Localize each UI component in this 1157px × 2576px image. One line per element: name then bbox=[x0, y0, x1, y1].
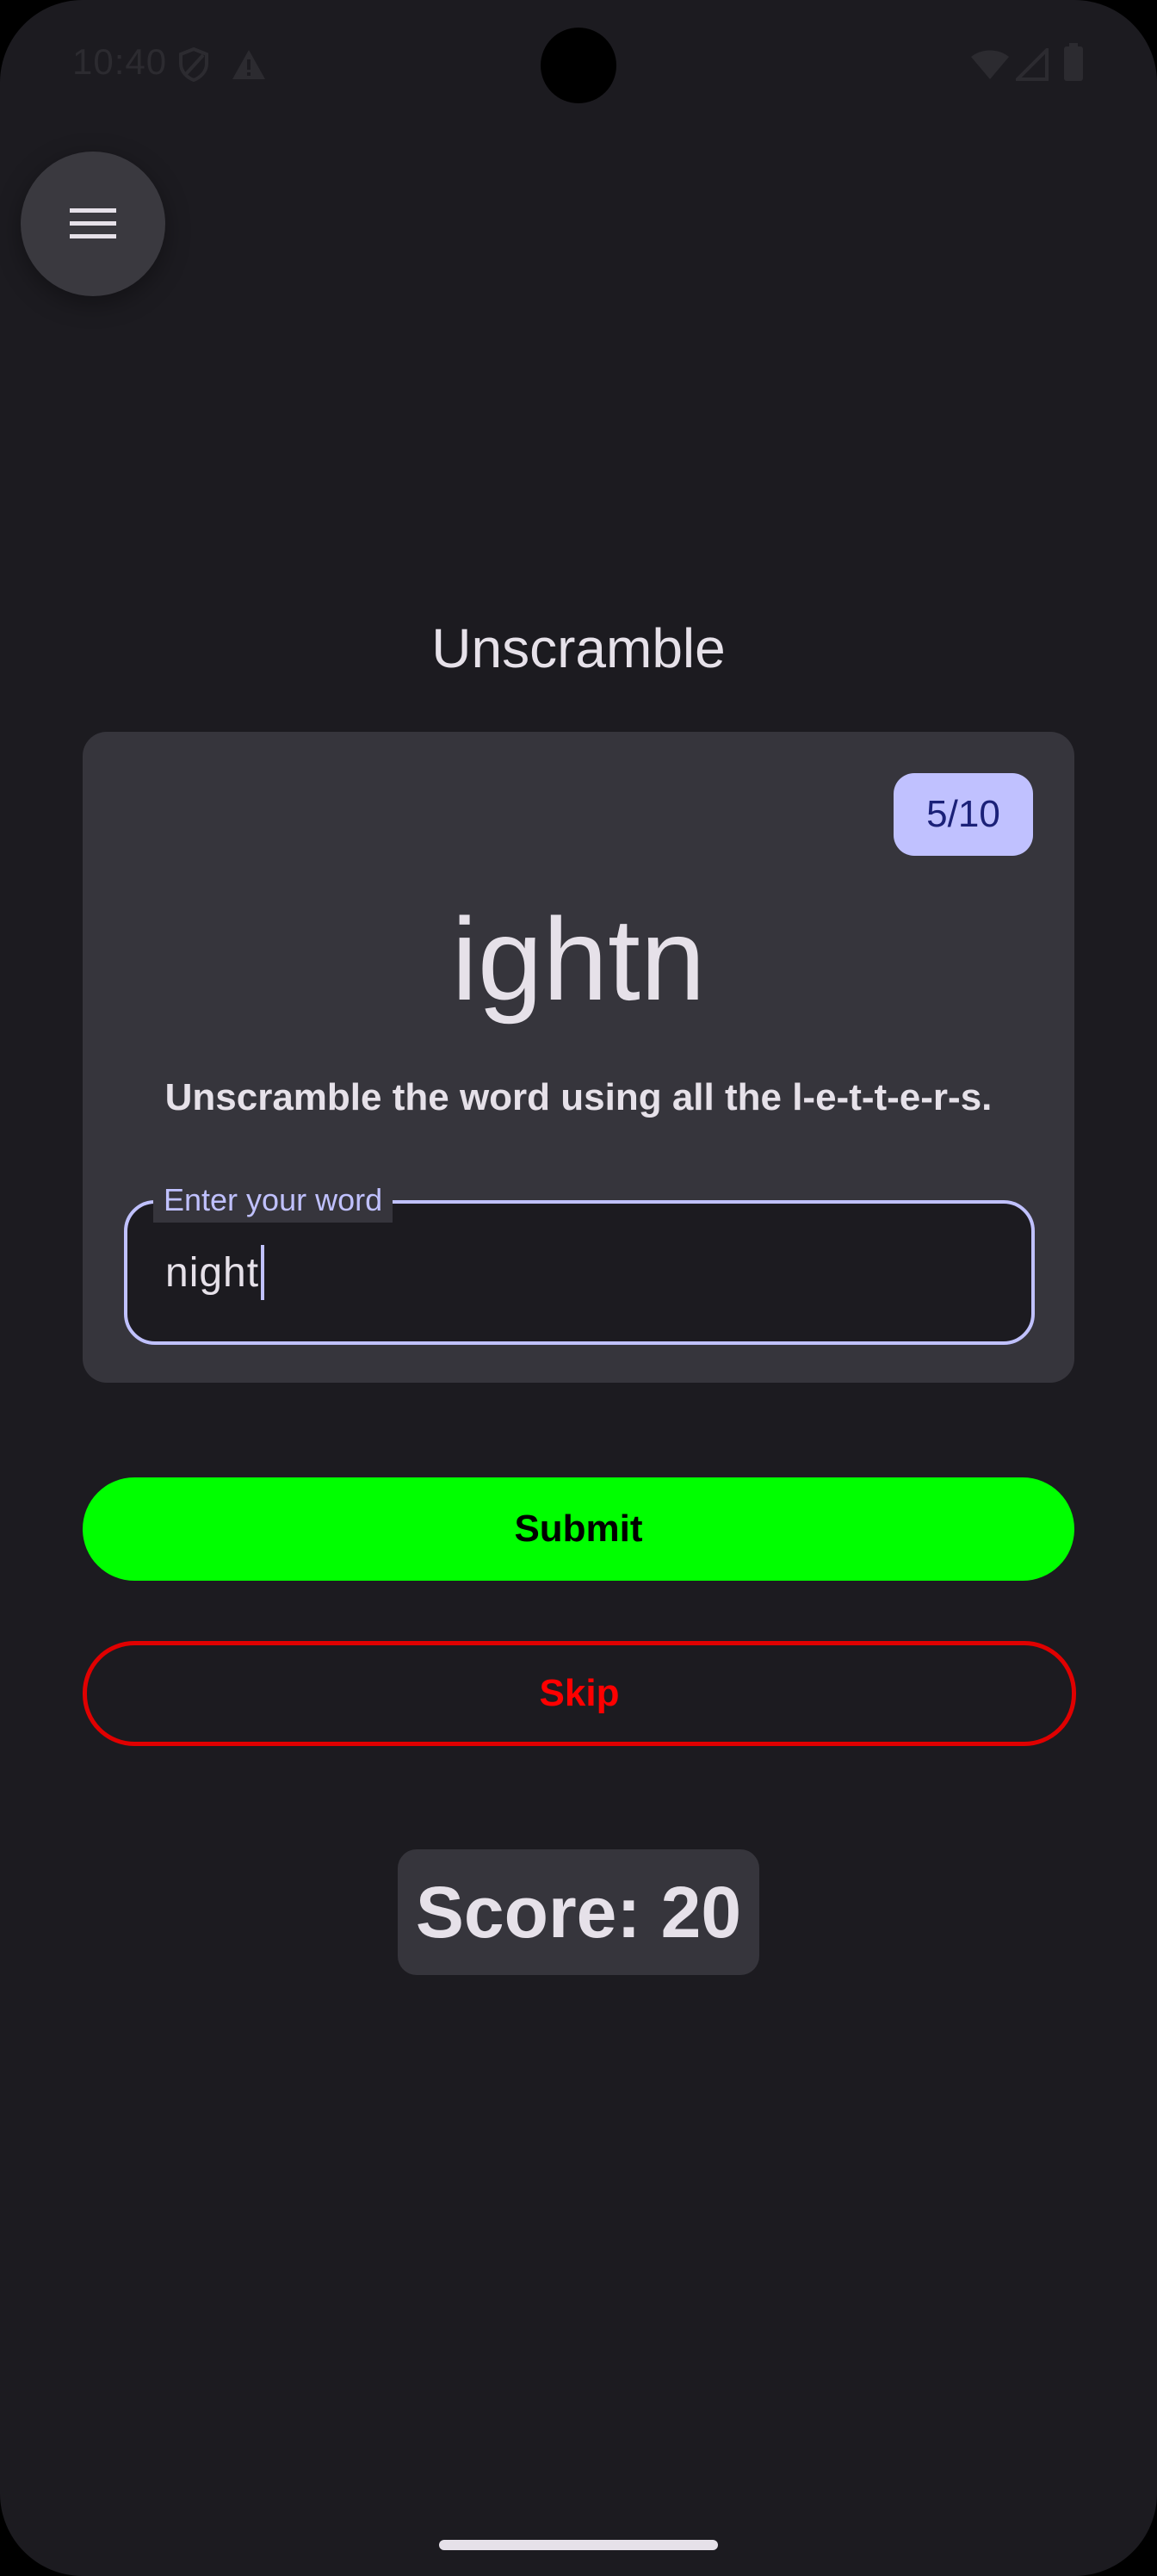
wifi-icon bbox=[971, 50, 1009, 79]
menu-button[interactable] bbox=[21, 152, 165, 296]
word-input-label: Enter your word bbox=[153, 1178, 393, 1223]
word-input-content[interactable]: night bbox=[165, 1245, 265, 1300]
word-input-value[interactable]: night bbox=[165, 1249, 259, 1297]
battery-icon bbox=[1064, 43, 1083, 81]
alert-triangle-icon bbox=[232, 50, 265, 79]
progress-badge: 5/10 bbox=[894, 773, 1033, 856]
scrambled-word: ightn bbox=[451, 894, 706, 1025]
camera-cutout bbox=[541, 28, 616, 103]
submit-button[interactable]: Submit bbox=[83, 1477, 1074, 1581]
home-indicator[interactable] bbox=[439, 2540, 718, 2550]
status-bar: 10:40 bbox=[0, 0, 1157, 129]
skip-button[interactable]: Skip bbox=[83, 1641, 1076, 1746]
hamburger-menu-icon bbox=[70, 208, 116, 238]
page-title: Unscramble bbox=[431, 617, 726, 679]
score-text: Score: 20 bbox=[415, 1871, 742, 1953]
text-caret bbox=[261, 1245, 265, 1300]
app-screen: 10:40 Unscramble 5/10 ightn Unscramble t… bbox=[0, 0, 1157, 2576]
score-box: Score: 20 bbox=[398, 1849, 759, 1975]
shield-icon bbox=[179, 46, 208, 83]
game-card: 5/10 ightn Unscramble the word using all… bbox=[83, 732, 1074, 1383]
instructions-text: Unscramble the word using all the l-e-t-… bbox=[164, 1076, 993, 1118]
status-time: 10:40 bbox=[72, 41, 168, 82]
word-input-field[interactable]: Enter your word night bbox=[124, 1178, 1035, 1345]
cell-signal-icon bbox=[1016, 48, 1049, 81]
